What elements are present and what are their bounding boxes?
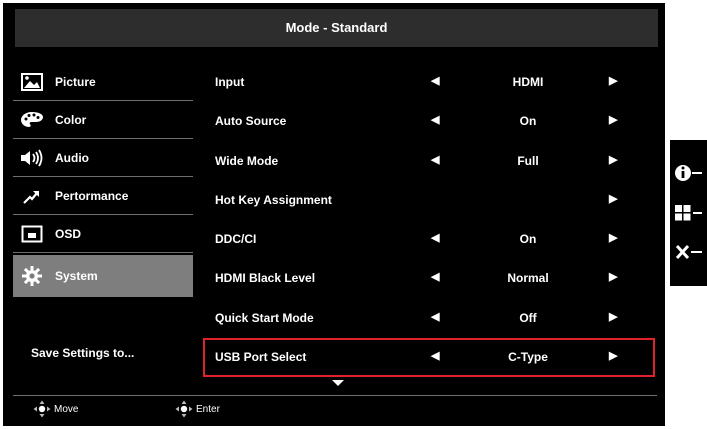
joystick-enter-icon <box>175 400 193 418</box>
scroll-down-arrow-icon[interactable] <box>332 380 344 386</box>
setting-label: Hot Key Assignment <box>215 192 332 207</box>
enter-hint: Enter <box>175 400 220 418</box>
sidebar-item-picture[interactable]: Picture <box>13 63 193 101</box>
picture-icon <box>19 72 45 92</box>
setting-value: On <box>519 232 537 247</box>
setting-value: On <box>519 114 537 129</box>
setting-value: Off <box>519 310 537 325</box>
setting-row-hot-key-assignment[interactable]: Hot Key Assignment ▶ <box>203 181 655 220</box>
setting-row-quick-start-mode[interactable]: Quick Start Mode ◀ Off ▶ <box>203 299 655 338</box>
setting-value: C-Type <box>508 350 548 365</box>
osd-menu: Mode - Standard Picture Color Audio Pert… <box>3 3 665 426</box>
right-arrow-icon[interactable]: ▶ <box>609 270 617 283</box>
setting-label: Input <box>215 75 245 89</box>
setting-label: HDMI Black Level <box>215 271 316 286</box>
menu-grid-icon <box>675 205 702 221</box>
exit-key[interactable] <box>674 238 704 268</box>
sidebar: Picture Color Audio Pertormance OSD Syst… <box>13 63 193 297</box>
sidebar-item-audio[interactable]: Audio <box>13 139 193 177</box>
left-arrow-icon[interactable]: ◀ <box>431 310 439 323</box>
hotkey-panel <box>670 140 707 286</box>
sidebar-item-label: OSD <box>55 226 82 241</box>
left-arrow-icon[interactable]: ◀ <box>431 270 439 283</box>
sidebar-item-label: System <box>55 269 98 283</box>
setting-value: HDMI <box>512 75 544 89</box>
left-arrow-icon[interactable]: ◀ <box>431 153 439 166</box>
setting-label: Auto Source <box>215 114 287 129</box>
right-arrow-icon[interactable]: ▶ <box>609 231 617 244</box>
setting-label: Quick Start Mode <box>215 310 314 325</box>
setting-label: USB Port Select <box>215 350 307 365</box>
setting-row-ddc-ci[interactable]: DDC/CI ◀ On ▶ <box>203 220 655 259</box>
right-arrow-icon[interactable]: ▶ <box>609 113 617 126</box>
palette-icon <box>19 110 45 130</box>
move-hint: Move <box>33 400 78 418</box>
move-label: Move <box>54 403 79 415</box>
left-arrow-icon[interactable]: ◀ <box>431 349 439 362</box>
setting-row-wide-mode[interactable]: Wide Mode ◀ Full ▶ <box>203 142 655 181</box>
sidebar-item-label: Color <box>55 112 87 127</box>
right-arrow-icon[interactable]: ▶ <box>609 349 617 362</box>
speaker-icon <box>19 148 45 168</box>
sidebar-item-system[interactable]: System <box>13 255 193 297</box>
sidebar-item-osd[interactable]: OSD <box>13 215 193 253</box>
setting-value: Full <box>517 153 539 168</box>
joystick-move-icon <box>33 400 51 418</box>
enter-label: Enter <box>196 403 220 415</box>
save-settings-button[interactable]: Save Settings to... <box>31 346 134 360</box>
gear-icon <box>19 266 45 286</box>
close-icon <box>675 244 702 260</box>
sidebar-item-label: Pertormance <box>55 188 129 203</box>
right-arrow-icon[interactable]: ▶ <box>609 310 617 323</box>
info-key[interactable] <box>674 158 704 188</box>
right-arrow-icon[interactable]: ▶ <box>609 153 617 166</box>
menu-key[interactable] <box>674 198 704 228</box>
left-arrow-icon[interactable]: ◀ <box>431 74 439 87</box>
setting-value: Normal <box>507 271 549 286</box>
sidebar-item-label: Audio <box>55 150 89 165</box>
right-arrow-icon[interactable]: ▶ <box>609 74 617 87</box>
mode-title: Mode - Standard <box>15 9 658 47</box>
sidebar-item-performance[interactable]: Pertormance <box>13 177 193 215</box>
right-arrow-icon[interactable]: ▶ <box>609 192 617 205</box>
setting-row-input[interactable]: Input ◀ HDMI ▶ <box>203 63 655 102</box>
setting-label: DDC/CI <box>215 232 257 247</box>
setting-label: Wide Mode <box>215 153 279 168</box>
sidebar-item-label: Picture <box>55 74 96 89</box>
settings-list: Input ◀ HDMI ▶ Auto Source ◀ On ▶ Wide M… <box>203 63 655 378</box>
setting-row-auto-source[interactable]: Auto Source ◀ On ▶ <box>203 102 655 141</box>
setting-row-hdmi-black-level[interactable]: HDMI Black Level ◀ Normal ▶ <box>203 259 655 298</box>
osd-window-icon <box>19 224 45 244</box>
left-arrow-icon[interactable]: ◀ <box>431 113 439 126</box>
footer-divider <box>13 395 657 396</box>
setting-row-usb-port-select[interactable]: USB Port Select ◀ C-Type ▶ <box>203 338 655 378</box>
sidebar-item-color[interactable]: Color <box>13 101 193 139</box>
info-icon <box>675 165 702 181</box>
performance-arrow-icon <box>19 186 45 206</box>
left-arrow-icon[interactable]: ◀ <box>431 231 439 244</box>
